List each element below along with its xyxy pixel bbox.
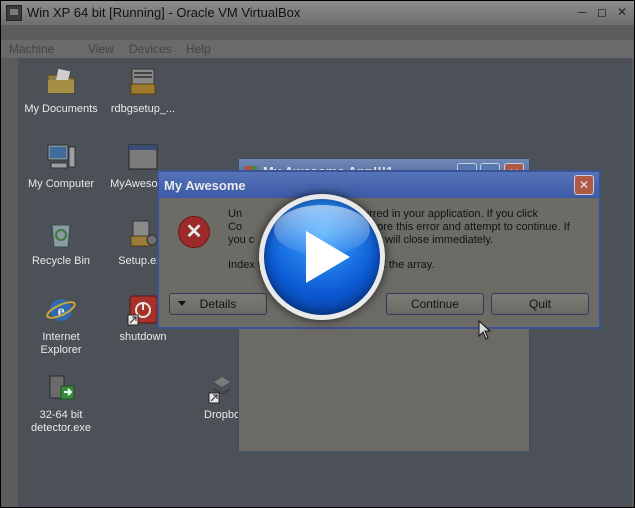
details-label: Details	[199, 297, 237, 311]
dropbox-icon	[208, 372, 240, 404]
setup-icon	[127, 218, 159, 250]
dialog-title-bar[interactable]: My Awesome ✕	[159, 172, 599, 198]
desktop-icon-recycle-bin[interactable]: Recycle Bin	[18, 218, 104, 268]
desktop-icon-my-computer[interactable]: My Computer	[18, 141, 104, 191]
play-icon	[306, 231, 350, 283]
desktop-icon-my-documents[interactable]: My Documents	[18, 66, 104, 116]
chevron-down-icon	[178, 301, 186, 306]
virtualbox-app-icon	[6, 5, 22, 21]
folder-documents-icon	[45, 66, 77, 98]
host-window-title: Win XP 64 bit [Running] - Oracle VM Virt…	[27, 5, 301, 20]
close-icon[interactable]: ✕	[613, 4, 631, 20]
host-menu-bar: Machine View Devices Help	[1, 40, 634, 58]
detector-icon	[45, 372, 77, 404]
recycle-bin-icon	[45, 218, 77, 250]
dialog-close-icon[interactable]: ✕	[574, 175, 594, 195]
computer-icon	[45, 141, 77, 173]
application-icon	[127, 141, 159, 173]
desktop-icon-detector[interactable]: 32-64 bit detector.exe	[18, 372, 104, 435]
virtualbox-window: Win XP 64 bit [Running] - Oracle VM Virt…	[0, 0, 635, 508]
error-icon: ✕	[178, 216, 210, 248]
details-button[interactable]: Details	[169, 293, 267, 315]
dialog-title: My Awesome	[164, 178, 246, 193]
maximize-icon[interactable]: ◻	[593, 4, 611, 20]
continue-button[interactable]: Continue	[386, 293, 484, 315]
menu-machine[interactable]: Machine	[9, 42, 54, 56]
internet-explorer-icon: e	[45, 294, 77, 326]
desktop-icon-rdbgsetup[interactable]: rdbgsetup_...	[100, 66, 186, 116]
quit-button[interactable]: Quit	[491, 293, 589, 315]
menu-view[interactable]: View	[88, 42, 114, 56]
minimize-icon[interactable]: ─	[573, 4, 591, 20]
mouse-cursor-icon	[478, 320, 492, 340]
menu-help[interactable]: Help	[186, 42, 211, 56]
menu-devices[interactable]: Devices	[129, 42, 172, 56]
play-button[interactable]	[259, 194, 385, 320]
desktop-icon-internet-explorer[interactable]: e Internet Explorer	[18, 294, 104, 357]
shutdown-icon	[127, 294, 159, 326]
host-title-bar: Win XP 64 bit [Running] - Oracle VM Virt…	[1, 1, 634, 25]
installer-icon	[127, 66, 159, 98]
desktop-icon-dropbox[interactable]: Dropbo	[178, 372, 240, 422]
